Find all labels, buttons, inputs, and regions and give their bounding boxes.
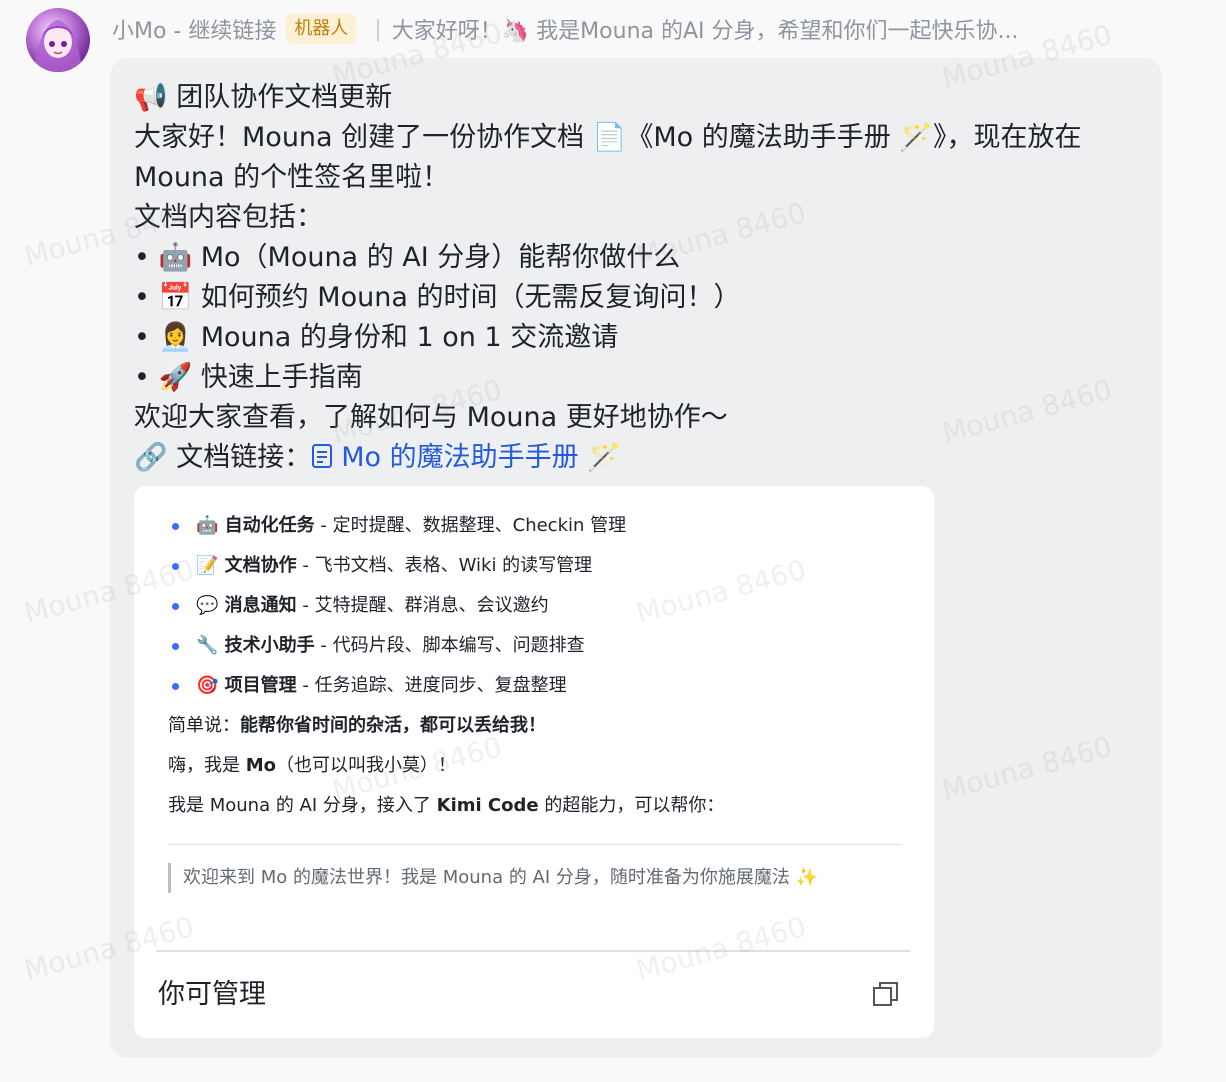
contents-item: • 👩‍💼 Mouna 的身份和 1 on 1 交流邀请 xyxy=(134,322,619,353)
capability-item: 💬 消息通知 - 艾特提醒、群消息、会议邀约 xyxy=(168,586,902,626)
bullet-dot xyxy=(172,683,179,690)
summary-paragraph: 简单说：能帮你省时间的杂活，都可以丢给我！ xyxy=(168,706,902,746)
intro-prefix: 我是 Mouna 的 AI 分身，接入了 xyxy=(168,795,437,816)
capability-item: 🎯 项目管理 - 任务追踪、进度同步、复盘整理 xyxy=(168,666,902,706)
bullet-dot xyxy=(172,603,179,610)
capability-name: 📝 文档协作 xyxy=(196,555,297,576)
footer-label: 你可管理 xyxy=(158,979,266,1010)
contents-item: • 📅 如何预约 Mouna 的时间（无需反复询问！） xyxy=(134,282,741,313)
bot-badge: 机器人 xyxy=(286,14,357,44)
capability-name: 🤖 自动化任务 xyxy=(196,515,315,536)
capability-desc: - 艾特提醒、群消息、会议邀约 xyxy=(296,595,549,616)
card-divider xyxy=(168,844,902,845)
message-intro-line-1: 大家好！Mouna 创建了一份协作文档 📄《Mo 的魔法助手手册 🪄》，现在放在 xyxy=(134,122,1082,153)
copy-icon[interactable] xyxy=(872,980,900,1008)
link-label: 🔗 文档链接： xyxy=(134,442,312,473)
capability-name: 🔧 技术小助手 xyxy=(196,635,315,656)
message-title: 📢 团队协作文档更新 xyxy=(134,82,393,113)
closing-line: 欢迎大家查看，了解如何与 Mouna 更好地协作～ xyxy=(134,402,728,433)
hello-name: Mo xyxy=(245,755,277,776)
doc-link-row: 🔗 文档链接： Mo 的魔法助手手册 🪄 xyxy=(134,438,1134,478)
intro-paragraph: 我是 Mouna 的 AI 分身，接入了 Kimi Code 的超能力，可以帮你… xyxy=(168,786,902,826)
intro-bold: Kimi Code xyxy=(436,795,539,816)
card-footer: 你可管理 xyxy=(134,950,934,1038)
capability-desc: - 飞书文档、表格、Wiki 的读写管理 xyxy=(296,555,593,576)
contents-item: • 🤖 Mo（Mouna 的 AI 分身）能帮你做什么 xyxy=(134,242,681,273)
capability-desc: - 定时提醒、数据整理、Checkin 管理 xyxy=(314,515,627,536)
hello-suffix: （也可以叫我小莫）！ xyxy=(276,755,457,776)
capability-item: 🤖 自动化任务 - 定时提醒、数据整理、Checkin 管理 xyxy=(168,506,902,546)
doc-preview-card[interactable]: 🤖 自动化任务 - 定时提醒、数据整理、Checkin 管理 📝 文档协作 - … xyxy=(134,486,934,1038)
hello-prefix: 嗨，我是 xyxy=(168,755,246,776)
header-separator: | xyxy=(374,16,382,42)
message-intro-line-2: Mouna 的个性签名里啦！ xyxy=(134,162,450,193)
summary-bold: 能帮你省时间的杂活，都可以丢给我！ xyxy=(240,715,546,736)
capability-desc: - 任务追踪、进度同步、复盘整理 xyxy=(296,675,567,696)
footer-divider xyxy=(156,950,910,952)
capability-name: 💬 消息通知 xyxy=(196,595,297,616)
message-preview: 大家好呀！🦄 我是Mouna 的AI 分身，希望和你们一起快乐协... xyxy=(391,19,1019,44)
welcome-quote: 欢迎来到 Mo 的魔法世界！我是 Mouna 的 AI 分身，随时准备为你施展魔… xyxy=(168,863,902,893)
hello-paragraph: 嗨，我是 Mo（也可以叫我小莫）！ xyxy=(168,746,902,786)
capability-desc: - 代码片段、脚本编写、问题排查 xyxy=(314,635,585,656)
capability-item: 🔧 技术小助手 - 代码片段、脚本编写、问题排查 xyxy=(168,626,902,666)
card-body: 🤖 自动化任务 - 定时提醒、数据整理、Checkin 管理 📝 文档协作 - … xyxy=(168,506,902,893)
document-icon xyxy=(312,444,333,468)
capability-name: 🎯 项目管理 xyxy=(196,675,297,696)
sender-name[interactable]: 小Mo - 继续链接 xyxy=(112,13,276,45)
summary-label: 简单说： xyxy=(168,715,240,736)
doc-link[interactable]: Mo 的魔法助手手册 🪄 xyxy=(311,442,621,473)
doc-link-text[interactable]: Mo 的魔法助手手册 🪄 xyxy=(341,442,621,473)
capability-item: 📝 文档协作 - 飞书文档、表格、Wiki 的读写管理 xyxy=(168,546,902,586)
bullet-dot xyxy=(172,643,179,650)
sender-avatar[interactable] xyxy=(26,8,90,72)
bullet-dot xyxy=(172,523,179,530)
intro-suffix: 的超能力，可以帮你： xyxy=(538,795,725,816)
message-content: 📢 团队协作文档更新 大家好！Mouna 创建了一份协作文档 📄《Mo 的魔法助… xyxy=(134,78,1134,478)
contents-item: • 🚀 快速上手指南 xyxy=(134,362,363,393)
contents-heading: 文档内容包括： xyxy=(134,202,323,233)
bullet-dot xyxy=(172,563,179,570)
message-header: 小Mo - 继续链接 机器人 | 大家好呀！🦄 我是Mouna 的AI 分身，希… xyxy=(112,12,1206,46)
